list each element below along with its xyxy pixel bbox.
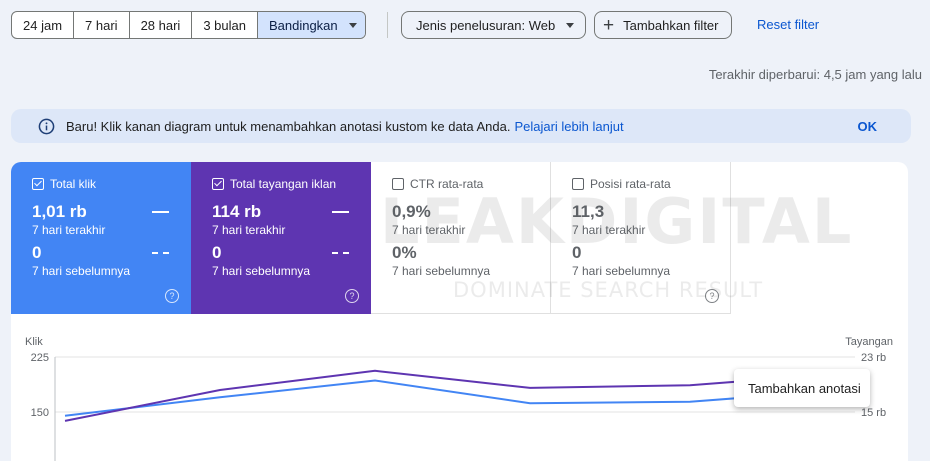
metric-total-clicks[interactable]: Total klik 1,01 rb 7 hari terakhir 0 7 h… (11, 162, 191, 314)
metric-prev-value: 0% (392, 243, 417, 262)
metric-label: Total klik (50, 177, 97, 191)
metric-total-impressions[interactable]: Total tayangan iklan 114 rb 7 hari terak… (191, 162, 371, 314)
range-28d-button[interactable]: 28 hari (130, 12, 193, 38)
performance-card: Total klik 1,01 rb 7 hari terakhir 0 7 h… (11, 162, 908, 461)
checkbox-checked-icon[interactable] (212, 178, 224, 190)
dashed-line-legend-icon (152, 252, 169, 254)
help-icon[interactable]: ? (345, 289, 359, 303)
metric-label: CTR rata-rata (410, 177, 484, 191)
metric-period: 7 hari terakhir (212, 223, 286, 237)
checkbox-checked-icon[interactable] (32, 178, 44, 190)
compare-label: Bandingkan (268, 17, 338, 33)
search-type-label: Jenis penelusuran: Web (416, 17, 556, 33)
date-range-selector: 24 jam 7 hari 28 hari 3 bulan Bandingkan (11, 11, 366, 39)
help-icon[interactable]: ? (165, 289, 179, 303)
metric-average-ctr[interactable]: CTR rata-rata 0,9% 7 hari terakhir 0% 7 … (371, 162, 551, 314)
banner-ok-button[interactable]: OK (858, 119, 878, 134)
banner-message: Baru! Klik kanan diagram untuk menambahk… (66, 118, 511, 134)
metric-prev-period: 7 hari sebelumnya (392, 264, 491, 278)
learn-more-link[interactable]: Pelajari lebih lanjut (514, 119, 623, 134)
checkbox-unchecked-icon[interactable] (572, 178, 584, 190)
plus-icon: + (603, 14, 615, 36)
metric-prev-value: 0 (212, 243, 371, 263)
metric-value: 0,9% (392, 202, 431, 221)
metric-period: 7 hari terakhir (572, 223, 646, 237)
metric-period: 7 hari terakhir (32, 223, 106, 237)
range-7d-button[interactable]: 7 hari (74, 12, 130, 38)
info-banner: Baru! Klik kanan diagram untuk menambahk… (11, 109, 911, 143)
last-updated-text: Terakhir diperbarui: 4,5 jam yang lalu (708, 67, 922, 82)
chevron-down-icon (348, 22, 357, 28)
metric-value: 11,3 (572, 202, 605, 221)
metric-period: 7 hari terakhir (392, 223, 466, 237)
metric-prev-period: 7 hari sebelumnya (212, 264, 311, 278)
chevron-down-icon (566, 22, 575, 28)
solid-line-legend-icon (152, 211, 169, 213)
search-type-dropdown[interactable]: Jenis penelusuran: Web (401, 11, 587, 39)
dashed-line-legend-icon (332, 252, 349, 254)
range-3m-button[interactable]: 3 bulan (192, 12, 258, 38)
metric-prev-value: 0 (572, 243, 582, 262)
checkbox-unchecked-icon[interactable] (392, 178, 404, 190)
metric-prev-period: 7 hari sebelumnya (32, 264, 131, 278)
reset-filter-link[interactable]: Reset filter (757, 17, 819, 32)
metric-prev-period: 7 hari sebelumnya (572, 264, 671, 278)
metric-value: 114 rb (212, 202, 371, 222)
add-filter-label: Tambahkan filter (623, 17, 719, 33)
solid-line-legend-icon (332, 211, 349, 213)
help-icon[interactable]: ? (705, 289, 719, 303)
toolbar-divider (387, 12, 388, 38)
compare-dropdown[interactable]: Bandingkan (257, 12, 365, 38)
metric-prev-value: 0 (32, 243, 191, 263)
metric-value: 1,01 rb (32, 202, 191, 222)
add-annotation-menu-item[interactable]: Tambahkan anotasi (734, 369, 870, 407)
info-icon (38, 118, 55, 134)
metric-label: Posisi rata-rata (590, 177, 671, 191)
metric-label: Total tayangan iklan (230, 177, 337, 191)
add-filter-button[interactable]: + Tambahkan filter (594, 11, 732, 39)
range-24h-button[interactable]: 24 jam (12, 12, 75, 38)
metric-average-position[interactable]: Posisi rata-rata 11,3 7 hari terakhir 0 … (551, 162, 731, 314)
